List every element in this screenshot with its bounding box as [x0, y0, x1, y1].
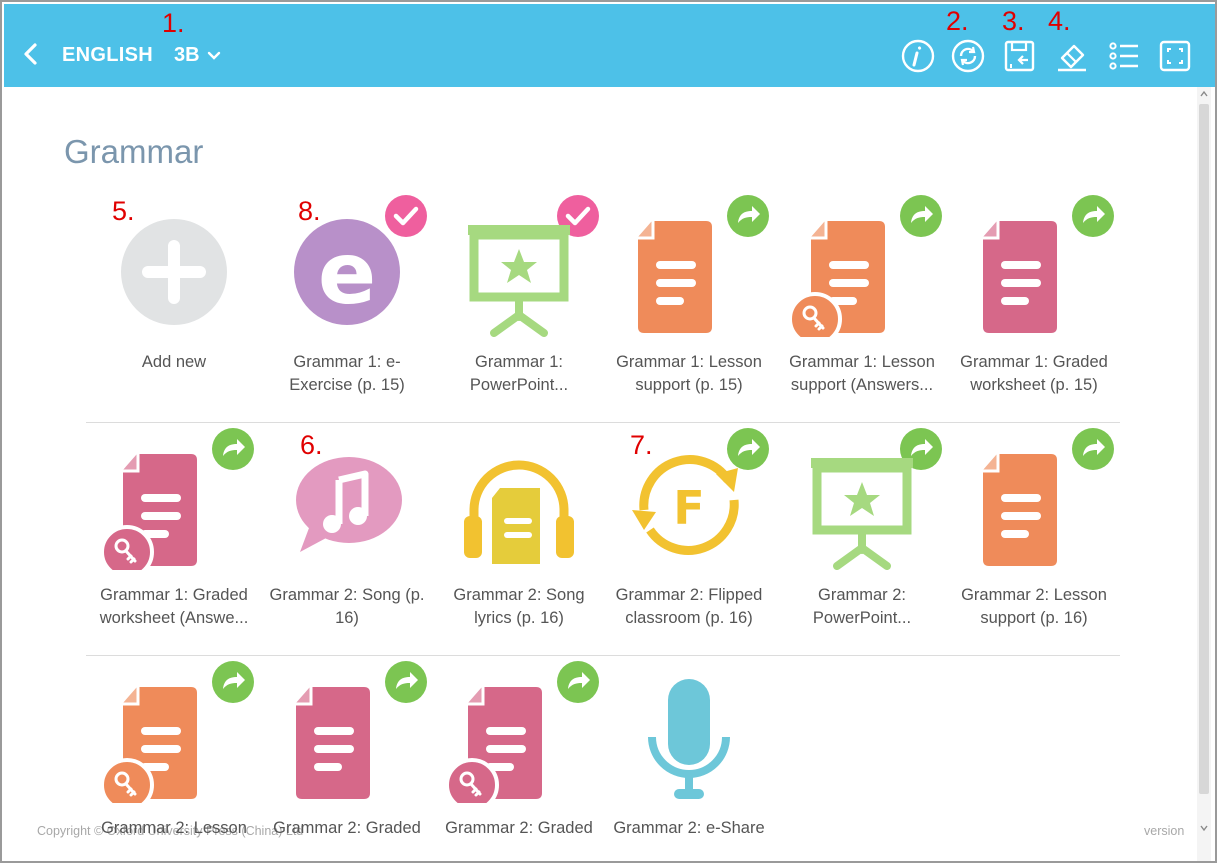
music-icon — [296, 457, 402, 552]
resource-tile-label: Grammar 2: Song lyrics (p. 16) — [453, 586, 585, 627]
scrollbar-thumb[interactable] — [1199, 104, 1209, 794]
scroll-up-icon[interactable] — [1199, 89, 1209, 99]
presentation-icon — [468, 225, 570, 337]
sync-icon[interactable] — [950, 38, 986, 74]
document-icon — [638, 221, 712, 333]
resource-tile-label: Grammar 2: Graded — [273, 819, 421, 837]
resource-tile-label: Grammar 2: Lesson support (p. 16) — [961, 586, 1107, 627]
chevron-down-icon — [207, 51, 220, 60]
resource-tile-label: Grammar 1: PowerPoint... — [469, 353, 569, 394]
resource-tile-label: Grammar 2: Flipped classroom (p. 16) — [615, 586, 763, 627]
document-icon — [983, 221, 1057, 333]
document-key-icon — [100, 687, 197, 812]
content-area: Grammar Add new e Grammar 1: e-Exercise (p… — [4, 87, 1197, 861]
svg-text:F: F — [673, 481, 704, 535]
vertical-scrollbar[interactable] — [1197, 87, 1211, 861]
resource-tile-label: Grammar 1: Lesson support (Answers... — [789, 353, 935, 394]
row-divider — [86, 655, 1120, 656]
annotation-5: 5. — [112, 196, 135, 226]
version-text: version — [1144, 824, 1185, 838]
document-icon — [296, 687, 370, 799]
info-icon[interactable] — [900, 38, 936, 74]
resource-tile-label: Grammar 1: Graded worksheet (p. 15) — [960, 353, 1108, 394]
annotation-4: 4. — [1048, 6, 1071, 36]
resource-tile-label: Grammar 1: e-Exercise (p. 15) — [289, 353, 405, 394]
level-selector[interactable]: 3B — [174, 44, 221, 67]
annotation-2: 2. — [946, 6, 969, 36]
eraser-icon[interactable] — [1054, 38, 1090, 74]
annotation-3: 3. — [1002, 6, 1025, 36]
top-bar: ENGLISH 3B — [4, 4, 1215, 87]
document-key-icon — [445, 687, 542, 812]
section-title: Grammar — [64, 133, 204, 170]
resource-tile-label: Add new — [141, 353, 207, 371]
subject-title: ENGLISH — [62, 44, 153, 66]
document-key-icon — [788, 221, 885, 346]
e-exercise-icon: e — [294, 219, 400, 325]
resource-tile-label: Grammar 2: Graded — [445, 819, 593, 837]
scroll-down-icon[interactable] — [1199, 823, 1209, 833]
annotation-8: 8. — [298, 196, 321, 226]
resource-tile-label: Grammar 1: Graded worksheet (Answe... — [99, 586, 249, 627]
resource-tile-label: Grammar 2: Song (p. 16) — [269, 586, 425, 627]
save-icon[interactable] — [1002, 38, 1038, 74]
list-icon[interactable] — [1106, 38, 1142, 74]
fullscreen-icon[interactable] — [1157, 38, 1193, 74]
document-key-icon — [100, 454, 197, 579]
document-icon — [983, 454, 1057, 566]
resource-tile-label: Grammar 2: Lesson — [101, 819, 247, 837]
resource-tile-label: Grammar 2: e-Share — [613, 819, 765, 837]
annotation-1: 1. — [162, 8, 185, 38]
annotation-6: 6. — [300, 430, 323, 460]
annotation-7: 7. — [630, 430, 653, 460]
presentation-icon — [811, 458, 913, 570]
back-arrow-icon[interactable] — [18, 39, 44, 69]
level-label: 3B — [174, 44, 200, 66]
row-divider — [86, 422, 1120, 423]
resource-tile-label: Grammar 1: Lesson support (p. 15) — [616, 353, 762, 394]
microphone-icon — [648, 679, 730, 799]
audio-document-icon — [464, 460, 574, 564]
svg-text:e: e — [318, 224, 376, 324]
app-window: ENGLISH 3B 1. 2. 3. 4. 5. 6. 7. 8. Gramm… — [0, 0, 1217, 863]
resource-tile-label: Grammar 2: PowerPoint... — [812, 586, 912, 627]
